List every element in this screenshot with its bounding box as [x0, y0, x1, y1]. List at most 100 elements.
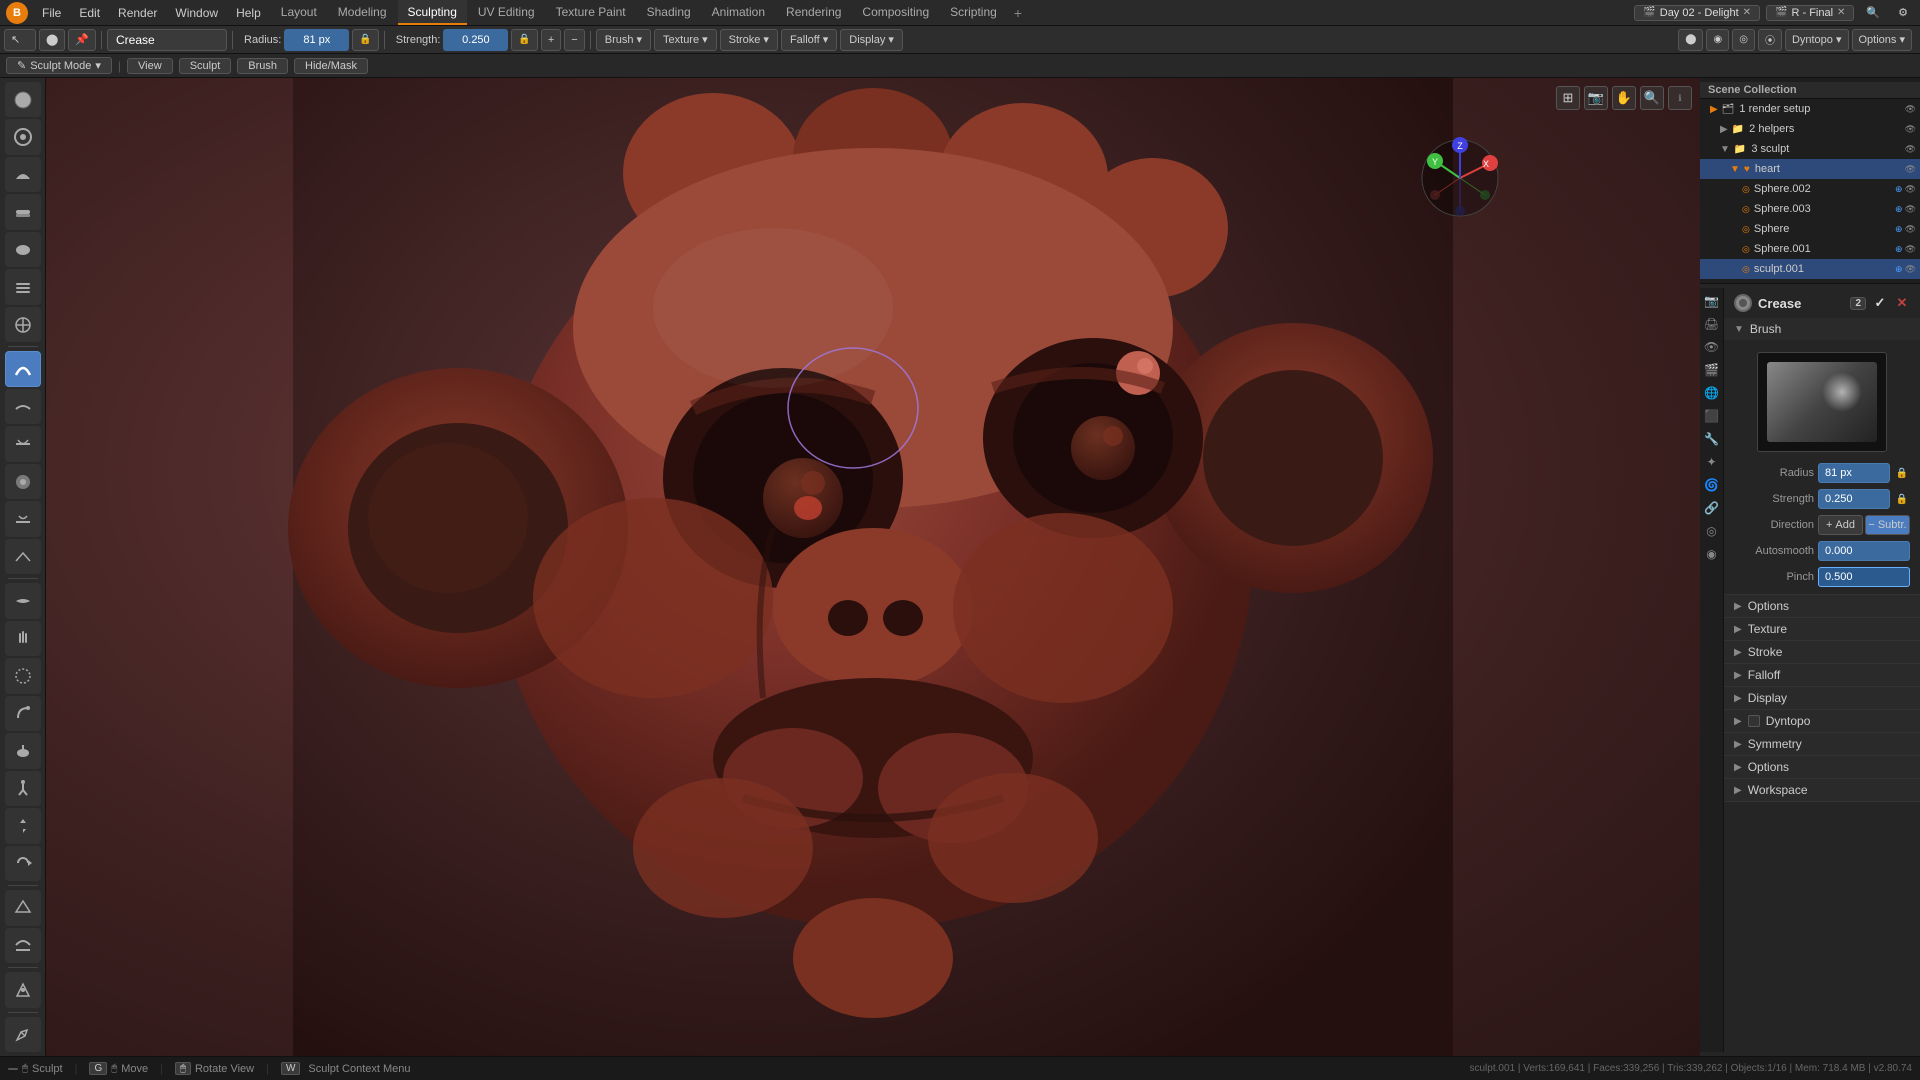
scene-title-left[interactable]: 🎬 Day 02 - Delight ✕	[1634, 5, 1760, 21]
falloff-dropdown[interactable]: Falloff ▾	[781, 29, 837, 51]
tab-texture-paint[interactable]: Texture Paint	[546, 0, 636, 25]
section-display-header[interactable]: ▶ Display	[1724, 687, 1920, 709]
section-options-bottom-header[interactable]: ▶ Options	[1724, 756, 1920, 778]
strength-add-btn[interactable]: +	[541, 29, 561, 51]
direction-subtract-btn[interactable]: − Subtr.	[1865, 515, 1910, 535]
sculpt-mode-selector[interactable]: ✎ Sculpt Mode ▾	[6, 57, 112, 74]
rotate-tool-btn[interactable]	[5, 846, 41, 881]
dyntopo-checkbox[interactable]	[1748, 715, 1760, 727]
draw-tool-btn[interactable]	[5, 82, 41, 117]
tab-layout[interactable]: Layout	[271, 0, 327, 25]
section-falloff-header[interactable]: ▶ Falloff	[1724, 664, 1920, 686]
outliner-item-sphere001[interactable]: ◎ Sphere.001 ⊕ 👁	[1700, 239, 1920, 259]
viewport[interactable]: X Y Z	[46, 78, 1700, 1056]
tab-add-button[interactable]: +	[1008, 3, 1028, 23]
brush-dropdown[interactable]: Brush ▾	[596, 29, 651, 51]
section-workspace-header[interactable]: ▶ Workspace	[1724, 779, 1920, 801]
flatten-tool-btn[interactable]	[5, 426, 41, 461]
viewport-shading-solid[interactable]: ⬤	[1678, 29, 1703, 51]
clay-tool-btn[interactable]	[5, 157, 41, 192]
tab-uv-editing[interactable]: UV Editing	[468, 0, 545, 25]
strength-field[interactable]	[443, 29, 508, 51]
props-tab-object[interactable]: ⬛	[1701, 405, 1723, 427]
snake-hook-tool-btn[interactable]	[5, 696, 41, 731]
inflate-tool-btn[interactable]	[5, 307, 41, 342]
tab-rendering[interactable]: Rendering	[776, 0, 851, 25]
layer-tool-btn[interactable]	[5, 269, 41, 304]
viewport-shading-mat[interactable]: ◉	[1706, 29, 1729, 51]
direction-add-btn[interactable]: + Add	[1818, 515, 1863, 535]
autosmooth-prop-value[interactable]: 0.000	[1818, 541, 1910, 561]
clay-strips-tool-btn[interactable]	[5, 194, 41, 229]
blender-logo[interactable]: B	[6, 2, 28, 24]
draw-sharp-tool-btn[interactable]	[5, 119, 41, 154]
tab-sculpting[interactable]: Sculpting	[398, 0, 467, 25]
texture-dropdown[interactable]: Texture ▾	[654, 29, 717, 51]
outliner-item-heart[interactable]: ▼ ♥ heart 👁	[1700, 159, 1920, 179]
radius-lock-icon[interactable]: 🔒	[1894, 465, 1910, 481]
props-tab-material[interactable]: ◉	[1701, 543, 1723, 565]
outliner-item-sphere002[interactable]: ◎ Sphere.002 ⊕ 👁	[1700, 179, 1920, 199]
menu-window[interactable]: Window	[167, 4, 226, 22]
props-tab-render[interactable]: 📷	[1701, 290, 1723, 312]
scrape-tool-btn[interactable]	[5, 501, 41, 536]
props-tab-scene[interactable]: 🎬	[1701, 359, 1723, 381]
viewport-overlay-btn[interactable]: ⦿	[1758, 29, 1782, 51]
hand-btn[interactable]: ✋	[1612, 86, 1636, 110]
mode-selector-btn[interactable]: ↖	[4, 29, 36, 51]
strength-sub-btn[interactable]: −	[564, 29, 584, 51]
topology-tool-btn[interactable]	[5, 890, 41, 925]
props-tab-physics[interactable]: 🌀	[1701, 474, 1723, 496]
clay-thumb-tool-btn[interactable]	[5, 232, 41, 267]
props-tab-data[interactable]: ◎	[1701, 520, 1723, 542]
tab-shading[interactable]: Shading	[637, 0, 701, 25]
hide-mask-menu[interactable]: Hide/Mask	[294, 58, 368, 74]
strength-lock-btn[interactable]: 🔒	[511, 29, 537, 51]
smooth-tool-btn[interactable]	[5, 389, 41, 424]
info-btn[interactable]: ℹ	[1668, 86, 1692, 110]
radius-lock-btn[interactable]: 🔒	[352, 29, 378, 51]
axis-gizmo[interactable]: X Y Z	[1415, 133, 1505, 223]
pose-tool-btn[interactable]	[5, 771, 41, 806]
strength-lock-icon[interactable]: 🔒	[1894, 491, 1910, 507]
tab-scripting[interactable]: Scripting	[940, 0, 1007, 25]
radius-prop-value[interactable]: 81 px	[1818, 463, 1890, 483]
pin-btn[interactable]: 📌	[68, 29, 96, 51]
brush-check-icon[interactable]: ✓	[1872, 295, 1888, 311]
crease-tool-btn[interactable]	[5, 351, 41, 386]
props-tab-view[interactable]: 👁	[1701, 336, 1723, 358]
menu-render[interactable]: Render	[110, 4, 165, 22]
pinch-prop-value[interactable]: 0.500	[1818, 567, 1910, 587]
viewport-canvas[interactable]: X Y Z	[46, 78, 1700, 1056]
menu-help[interactable]: Help	[228, 4, 269, 22]
section-options-header[interactable]: ▶ Options	[1724, 595, 1920, 617]
props-tab-particles[interactable]: ✦	[1701, 451, 1723, 473]
sculpt-menu[interactable]: Sculpt	[179, 58, 232, 74]
multiplane-scrape-tool-btn[interactable]	[5, 539, 41, 574]
scene-title-right[interactable]: 🎬 R - Final ✕	[1766, 5, 1854, 21]
magnifier-btn[interactable]: 🔍	[1640, 86, 1664, 110]
props-tab-constraints[interactable]: 🔗	[1701, 497, 1723, 519]
section-stroke-header[interactable]: ▶ Stroke	[1724, 641, 1920, 663]
section-brush-header[interactable]: ▼ Brush	[1724, 318, 1920, 340]
props-tab-output[interactable]: 🖨	[1701, 313, 1723, 335]
pinch-tool-btn[interactable]	[5, 583, 41, 618]
tab-modeling[interactable]: Modeling	[328, 0, 397, 25]
quad-view-btn[interactable]: ⊞	[1556, 86, 1580, 110]
thumb-tool-btn[interactable]	[5, 733, 41, 768]
nudge-tool-btn[interactable]	[5, 808, 41, 843]
outliner-item-sculpt001[interactable]: ◎ sculpt.001 ⊕ 👁	[1700, 259, 1920, 279]
brush-name-field[interactable]	[107, 29, 227, 51]
tab-animation[interactable]: Animation	[702, 0, 775, 25]
outliner-item-sculpt-folder[interactable]: ▼ 📁 3 sculpt 👁	[1700, 139, 1920, 159]
search-button[interactable]: 🔍	[1860, 2, 1886, 24]
brush-menu[interactable]: Brush	[237, 58, 288, 74]
viewport-shading-render[interactable]: ◎	[1732, 29, 1755, 51]
options-dropdown[interactable]: Options ▾	[1852, 29, 1913, 51]
menu-file[interactable]: File	[34, 4, 69, 22]
brush-close-icon[interactable]: ✕	[1894, 295, 1910, 311]
outliner-item-sphere[interactable]: ◎ Sphere ⊕ 👁	[1700, 219, 1920, 239]
radius-field[interactable]	[284, 29, 349, 51]
fill-tool-btn[interactable]	[5, 464, 41, 499]
boundary-tool-btn[interactable]	[5, 928, 41, 963]
